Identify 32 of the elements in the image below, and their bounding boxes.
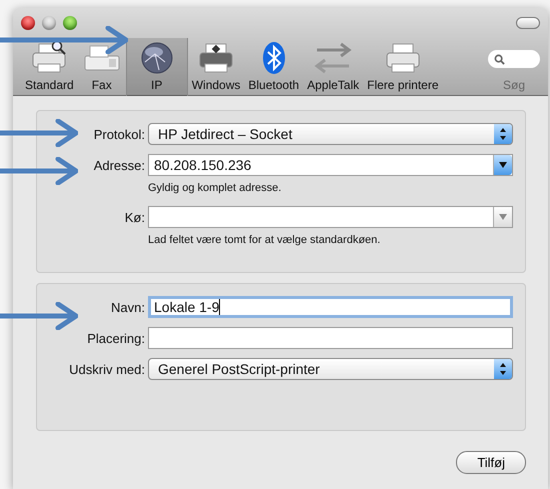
toolbar-item[interactable]: Standard [21, 38, 78, 96]
toolbar-item[interactable]: AppleTalk [303, 38, 364, 96]
toolbar-item[interactable]: Bluetooth [244, 38, 304, 96]
search-label: Søg [502, 78, 525, 92]
field-label: Adresse: [92, 158, 146, 172]
arrows-icon [313, 40, 354, 76]
input-field[interactable] [148, 327, 513, 349]
field-label: Placering: [86, 330, 146, 346]
toolbar-item[interactable]: Windows [188, 38, 244, 96]
zoom-button[interactable] [63, 16, 77, 30]
combo-box[interactable] [148, 206, 513, 228]
input-field[interactable]: Lokale 1-9 [148, 296, 513, 318]
toolbar-toggle-button[interactable] [516, 17, 540, 29]
search-icon [494, 54, 505, 64]
hint-text: Gyldig og komplet adresse. [148, 182, 282, 194]
minimize-button[interactable] [42, 16, 56, 30]
toolbar-item[interactable]: Fax [78, 38, 126, 96]
dropdown-arrows-icon [494, 359, 512, 379]
field-label: Udskriv med: [68, 362, 146, 376]
combo-box[interactable]: 80.208.150.236 [148, 154, 513, 176]
dropdown[interactable]: HP Jetdirect – Socket [148, 123, 513, 145]
field-label: Kø: [124, 210, 146, 224]
field-label: Navn: [110, 300, 146, 314]
search-field[interactable] [488, 50, 540, 68]
dropdown[interactable]: Generel PostScript-printer [148, 358, 513, 380]
toolbar-item[interactable]: Flere printere [363, 38, 443, 96]
close-button[interactable] [21, 16, 35, 30]
add-button[interactable]: Tilføj [456, 451, 526, 474]
toolbar-item[interactable]: IP [126, 38, 188, 96]
dropdown-arrows-icon [494, 124, 512, 144]
field-label: Protokol: [92, 126, 146, 142]
hint-text: Lad feltet være tomt for at vælge standardkøen. [148, 234, 382, 246]
